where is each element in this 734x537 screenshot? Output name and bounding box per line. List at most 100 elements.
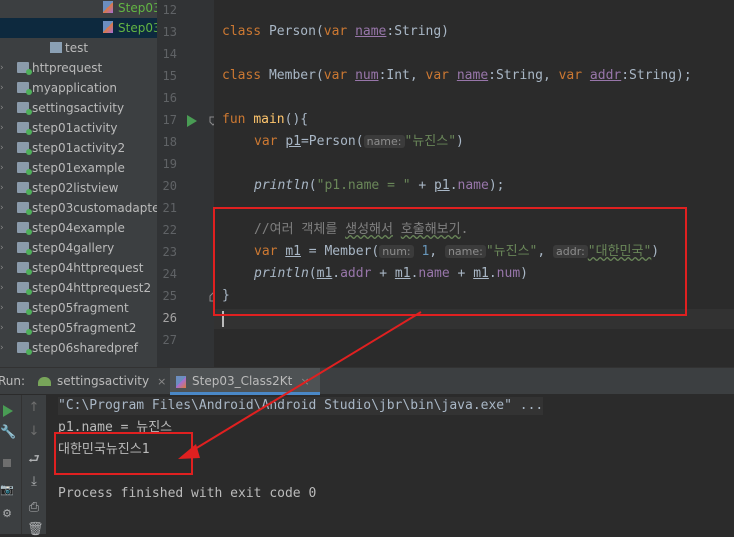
close-icon[interactable]: × xyxy=(300,375,309,388)
module-icon xyxy=(17,162,32,175)
expand-arrow-icon[interactable]: › xyxy=(0,198,4,218)
tree-item[interactable]: › step04gallery xyxy=(0,238,157,258)
rerun-icon[interactable] xyxy=(3,405,13,417)
code-line-18: var p1=Person(name: "뉴진스") xyxy=(254,134,464,149)
trash-icon[interactable]: 🗑 xyxy=(27,522,44,537)
tab-step03-class2kt[interactable]: Step03_Class2Kt × xyxy=(170,368,320,395)
code-line-24: println(m1.addr + m1.name + m1.num) xyxy=(254,266,528,281)
expand-arrow-icon[interactable]: › xyxy=(0,78,4,98)
expand-arrow-icon[interactable]: › xyxy=(0,278,4,298)
arrow-down-icon[interactable]: ↓ xyxy=(27,424,41,439)
expand-arrow-icon[interactable]: › xyxy=(0,258,4,278)
module-icon xyxy=(17,262,32,275)
tree-item[interactable]: › step01activity2 xyxy=(0,138,157,158)
expand-arrow-icon[interactable]: › xyxy=(0,298,4,318)
tree-item[interactable]: › step02listview xyxy=(0,178,157,198)
tree-item-label: Step03_C xyxy=(118,1,157,15)
tree-item-label: step02listview xyxy=(32,181,119,195)
tree-item-label: step04httprequest2 xyxy=(32,281,152,295)
line-number: 26 xyxy=(162,311,177,325)
module-icon xyxy=(17,322,32,335)
code-line-15: class Member(var num:Int, var name:Strin… xyxy=(222,68,692,83)
tree-item-label: myapplication xyxy=(32,81,117,95)
expand-arrow-icon[interactable]: › xyxy=(0,138,4,158)
module-icon xyxy=(17,82,32,95)
module-icon xyxy=(17,242,32,255)
line-number: 19 xyxy=(162,157,177,171)
line-number: 13 xyxy=(162,25,177,39)
close-icon[interactable]: × xyxy=(157,375,166,388)
tree-item-label: step06sharedpref xyxy=(32,341,139,355)
line-number: 23 xyxy=(162,245,177,259)
console-command: "C:\Program Files\Android\Android Studio… xyxy=(58,397,544,415)
tree-item-label: step01activity2 xyxy=(32,141,126,155)
current-line-highlight xyxy=(214,309,734,329)
expand-arrow-icon[interactable]: › xyxy=(0,238,4,258)
line-number: 12 xyxy=(162,3,177,17)
stop-icon[interactable] xyxy=(3,459,11,467)
line-number: 18 xyxy=(162,135,177,149)
tree-item[interactable]: test xyxy=(0,38,157,58)
settings-icon[interactable]: ⚙ xyxy=(0,507,14,520)
tree-item[interactable]: › step03customadapte xyxy=(0,198,157,218)
tree-item[interactable]: › settingsactivity xyxy=(0,98,157,118)
tree-item-label: step05fragment xyxy=(32,301,129,315)
tree-item[interactable]: › step01example xyxy=(0,158,157,178)
expand-arrow-icon[interactable]: › xyxy=(0,118,4,138)
line-number: 20 xyxy=(162,179,177,193)
tree-item-label: step01example xyxy=(32,161,125,175)
expand-arrow-icon[interactable]: › xyxy=(0,218,4,238)
tree-item-label: test xyxy=(65,41,89,55)
print-icon[interactable]: ⎙ xyxy=(27,500,41,515)
tab-settingsactivity[interactable]: settingsactivity × xyxy=(38,368,174,395)
tree-item-label: httprequest xyxy=(32,61,103,75)
line-number: 21 xyxy=(162,201,177,215)
tree-item-label: settingsactivity xyxy=(32,101,125,115)
module-icon xyxy=(17,282,32,295)
kotlin-file-icon xyxy=(103,1,113,13)
line-number: 16 xyxy=(162,91,177,105)
code-editor[interactable]: class Person(var name:String) class Memb… xyxy=(214,0,734,367)
camera-icon[interactable]: 📷 xyxy=(0,483,14,496)
tree-item[interactable]: › step06sharedpref xyxy=(0,338,157,358)
soft-wrap-icon[interactable]: ⮐ xyxy=(27,450,41,472)
expand-arrow-icon[interactable]: › xyxy=(0,178,4,198)
tree-item-label: step01activity xyxy=(32,121,118,135)
expand-arrow-icon[interactable]: › xyxy=(0,158,4,178)
tree-item[interactable]: › httprequest xyxy=(0,58,157,78)
tree-item[interactable]: › step05fragment2 xyxy=(0,318,157,338)
console-exit-line: Process finished with exit code 0 xyxy=(58,486,317,501)
param-hint: name: xyxy=(363,135,405,148)
console-line: 대한민국뉴진스1 xyxy=(58,442,150,457)
tab-label: Step03_Class2Kt xyxy=(192,374,293,388)
run-gutter-icon[interactable] xyxy=(187,115,197,127)
module-icon xyxy=(17,342,32,355)
tree-item[interactable]: › step01activity xyxy=(0,118,157,138)
tree-item[interactable]: › step05fragment xyxy=(0,298,157,318)
editor-gutter: 12 13 14 15 16 17 18 19 20 21 22 23 24 2… xyxy=(157,0,217,367)
arrow-up-icon[interactable]: ↑ xyxy=(27,400,41,415)
param-hint: name: xyxy=(444,245,486,258)
wrench-icon[interactable]: 🔧 xyxy=(0,425,16,440)
tree-item[interactable]: Step03_C xyxy=(0,0,157,18)
module-icon xyxy=(17,142,32,155)
tree-item[interactable]: Step03_C xyxy=(0,18,157,38)
module-icon xyxy=(17,222,32,235)
line-number: 24 xyxy=(162,267,177,281)
tree-item-label: step04gallery xyxy=(32,241,115,255)
scroll-to-end-icon[interactable]: ⤓ xyxy=(27,474,41,489)
tree-item-label: step04example xyxy=(32,221,125,235)
console-output[interactable]: "C:\Program Files\Android\Android Studio… xyxy=(46,395,734,534)
module-icon xyxy=(17,122,32,135)
expand-arrow-icon[interactable]: › xyxy=(0,58,4,78)
expand-arrow-icon[interactable]: › xyxy=(0,338,4,358)
tree-item[interactable]: › step04httprequest2 xyxy=(0,278,157,298)
param-hint: num: xyxy=(379,245,414,258)
code-line-23: var m1 = Member(num: 1, name: "뉴진스", addr… xyxy=(254,244,660,259)
expand-arrow-icon[interactable]: › xyxy=(0,318,4,338)
expand-arrow-icon[interactable]: › xyxy=(0,98,4,118)
tree-item[interactable]: › step04httprequest xyxy=(0,258,157,278)
tree-item[interactable]: › myapplication xyxy=(0,78,157,98)
tree-item[interactable]: › step04example xyxy=(0,218,157,238)
param-hint: addr: xyxy=(553,245,588,258)
